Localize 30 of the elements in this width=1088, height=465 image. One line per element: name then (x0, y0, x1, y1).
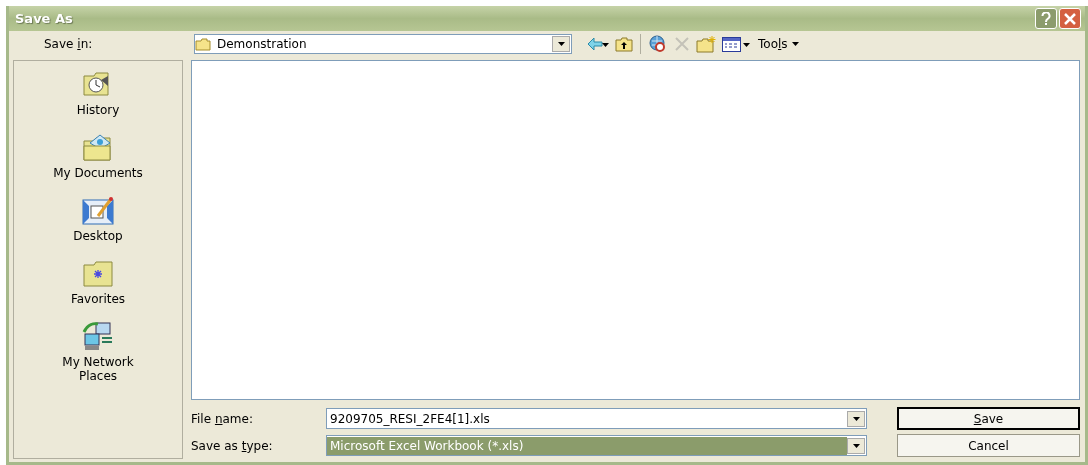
places-bar-item[interactable]: Favorites (23, 256, 173, 309)
back-arrow-icon[interactable] (587, 37, 609, 51)
places-bar-item[interactable]: My Documents (23, 130, 173, 183)
folder-dropdown[interactable]: Demonstration (194, 34, 572, 54)
folder-icon (195, 37, 211, 51)
places-bar-item[interactable]: Desktop (23, 193, 173, 246)
dropdown-arrow-icon[interactable] (852, 443, 860, 448)
window-title: Save As (15, 9, 74, 28)
save-as-type-label: Save as type: (191, 437, 274, 455)
document-folder-icon (82, 133, 114, 163)
views-icon[interactable] (722, 36, 750, 52)
globe-search-icon[interactable] (648, 35, 668, 53)
network-computers-icon (82, 322, 114, 352)
help-button[interactable] (1035, 8, 1057, 29)
question-mark-icon (1041, 12, 1051, 25)
dropdown-arrow-icon[interactable] (557, 42, 565, 46)
dropdown-arrow-icon[interactable] (852, 416, 860, 421)
desktop-icon (82, 196, 114, 226)
places-bar-item[interactable]: History (23, 67, 173, 120)
folder-name: Demonstration (217, 36, 308, 53)
star-folder-icon (82, 259, 114, 289)
close-button[interactable] (1059, 8, 1081, 29)
save-in-label: Save in: (44, 36, 94, 53)
tools-menu[interactable]: Tools (755, 34, 802, 54)
dialog-button[interactable]: Cancel (897, 434, 1080, 457)
up-folder-icon[interactable] (615, 36, 633, 52)
close-icon (1064, 12, 1076, 25)
places-bar-item[interactable]: My Network Places (53, 319, 143, 386)
dialog-button[interactable]: Save (897, 407, 1080, 430)
file-name-label: File name: (191, 410, 254, 428)
